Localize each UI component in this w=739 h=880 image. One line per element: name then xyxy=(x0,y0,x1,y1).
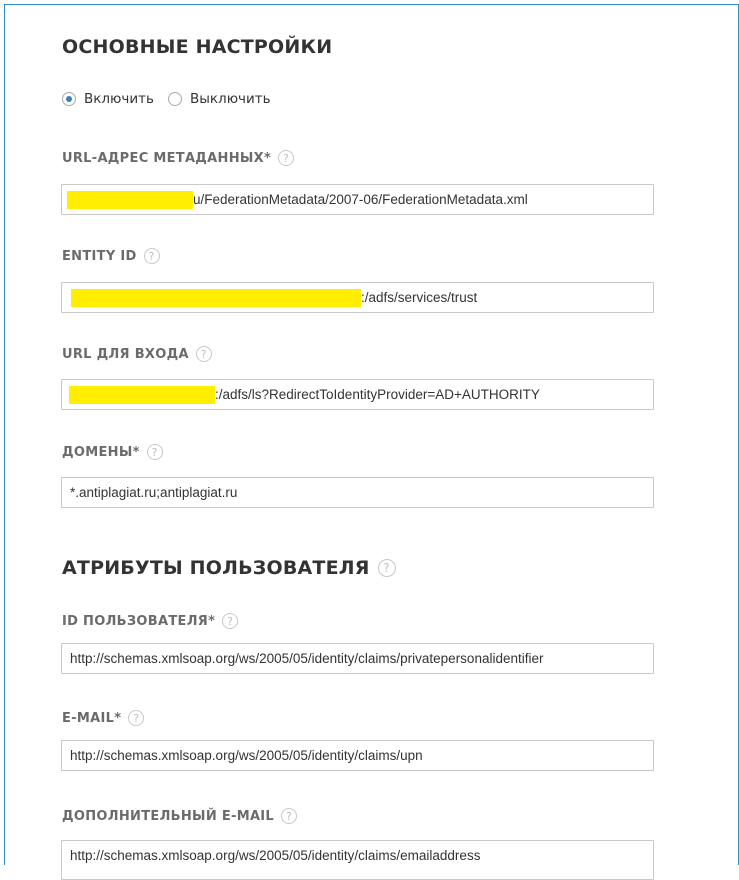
user-id-label: ID ПОЛЬЗОВАТЕЛЯ* ? xyxy=(62,613,239,629)
help-icon[interactable]: ? xyxy=(195,346,212,362)
entity-id-input[interactable]: :/adfs/services/trust xyxy=(61,282,654,313)
user-attributes-title: АТРИБУТЫ ПОЛЬЗОВАТЕЛЯ ? xyxy=(62,557,396,579)
domains-label: ДОМЕНЫ* ? xyxy=(62,444,163,460)
radio-selected-dot xyxy=(66,96,72,102)
settings-panel xyxy=(4,4,739,865)
metadata-url-input[interactable]: u/FederationMetadata/2007-06/FederationM… xyxy=(61,184,654,215)
login-url-input[interactable]: :/adfs/ls?RedirectToIdentityProvider=AD+… xyxy=(61,379,654,410)
extra-email-input[interactable]: http://schemas.xmlsoap.org/ws/2005/05/id… xyxy=(61,840,654,880)
enable-radio[interactable] xyxy=(62,92,76,106)
help-icon[interactable]: ? xyxy=(143,248,160,264)
metadata-url-label: URL-АДРЕС МЕТАДАННЫХ* ? xyxy=(62,150,295,166)
main-settings-title: ОСНОВНЫЕ НАСТРОЙКИ xyxy=(62,36,333,58)
enable-radio-group: Включить Выключить xyxy=(62,91,271,107)
redaction-mark xyxy=(71,289,361,307)
disable-label[interactable]: Выключить xyxy=(190,91,271,107)
disable-radio[interactable] xyxy=(167,92,182,106)
enable-label[interactable]: Включить xyxy=(84,91,154,107)
help-icon[interactable]: ? xyxy=(222,613,239,629)
user-id-input[interactable]: http://schemas.xmlsoap.org/ws/2005/05/id… xyxy=(61,643,654,674)
help-icon[interactable]: ? xyxy=(146,444,163,460)
redaction-mark xyxy=(69,386,215,404)
help-icon[interactable]: ? xyxy=(128,710,145,726)
email-input[interactable]: http://schemas.xmlsoap.org/ws/2005/05/id… xyxy=(61,740,654,771)
entity-id-label: ENTITY ID ? xyxy=(62,248,160,264)
help-icon[interactable]: ? xyxy=(377,559,396,577)
domains-input[interactable]: *.antiplagiat.ru;antiplagiat.ru xyxy=(61,477,654,508)
login-url-label: URL ДЛЯ ВХОДА ? xyxy=(62,346,212,362)
help-icon[interactable]: ? xyxy=(281,808,298,824)
extra-email-label: ДОПОЛНИТЕЛЬНЫЙ E-MAIL ? xyxy=(62,808,298,824)
email-label: E-MAIL* ? xyxy=(62,710,145,726)
help-icon[interactable]: ? xyxy=(278,150,295,166)
redaction-mark xyxy=(67,191,193,209)
